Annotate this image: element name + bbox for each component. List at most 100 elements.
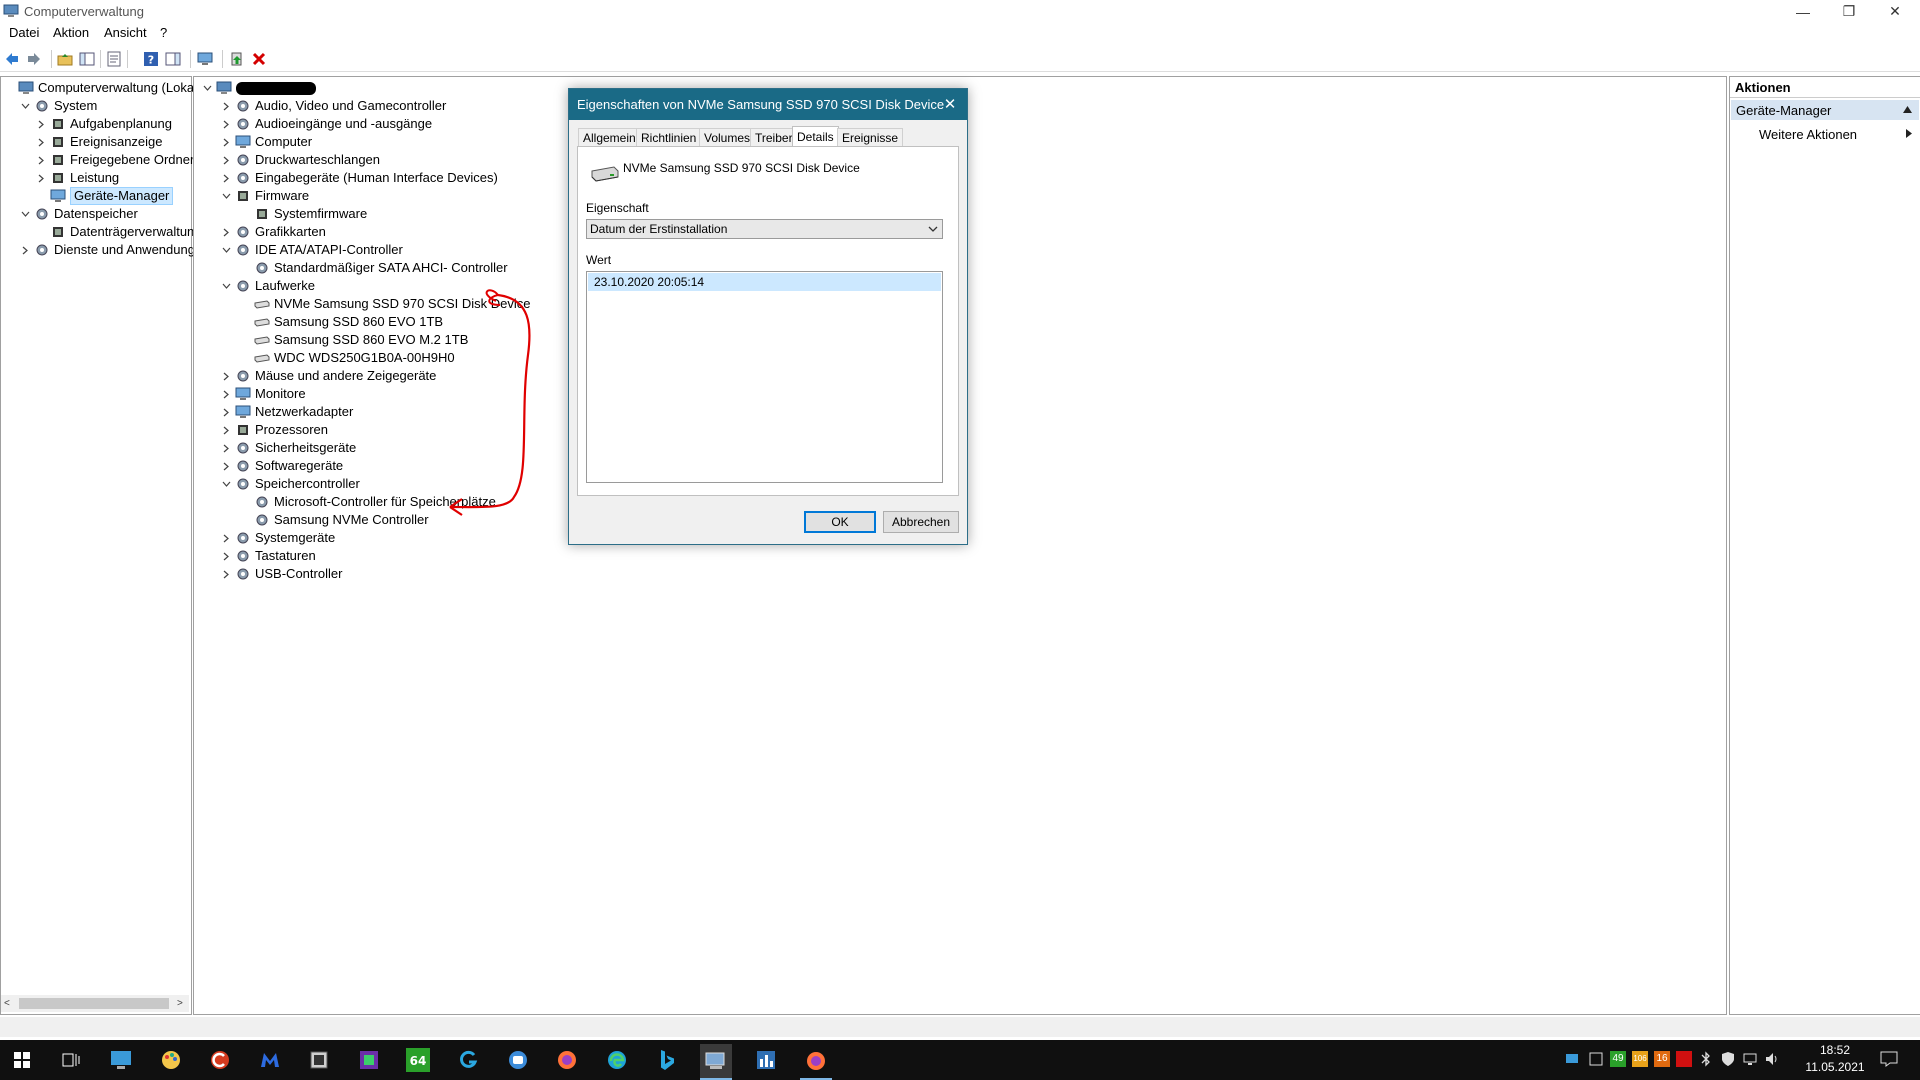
hwinfo-icon[interactable] [353, 1044, 385, 1076]
actions-section-header[interactable]: Geräte-Manager [1731, 100, 1919, 120]
minimize-button[interactable]: — [1780, 0, 1826, 23]
chevron-right-icon[interactable] [221, 565, 231, 583]
tree-item-gera-te-manager[interactable]: Geräte-Manager [1, 187, 191, 205]
scrollbar-thumb[interactable] [19, 998, 169, 1009]
messenger-app-icon[interactable] [502, 1044, 534, 1076]
tab-ereignisse[interactable]: Ereignisse [837, 128, 904, 147]
aida64-icon[interactable]: 64 [402, 1044, 434, 1076]
tray-network-icon[interactable] [1742, 1051, 1758, 1067]
chevron-right-icon[interactable] [221, 403, 231, 421]
tree-item-computerverwaltung-lokal[interactable]: Computerverwaltung (Lokal) [1, 79, 201, 97]
help-icon[interactable]: ? [142, 50, 160, 68]
chevron-right-icon[interactable] [36, 133, 46, 151]
chevron-right-icon[interactable] [20, 241, 30, 259]
chevron-right-icon[interactable] [221, 529, 231, 547]
chevron-down-icon[interactable] [221, 475, 231, 493]
edge-icon[interactable] [601, 1044, 633, 1076]
chevron-right-icon[interactable] [36, 169, 46, 187]
tray-network-adapter-icon[interactable] [1565, 1052, 1579, 1066]
properties-icon[interactable] [105, 50, 123, 68]
tray-shield-icon[interactable] [1720, 1051, 1736, 1067]
chevron-down-icon[interactable] [221, 277, 231, 295]
close-window-button[interactable]: ✕ [1872, 0, 1918, 23]
update-driver-icon[interactable] [228, 50, 246, 68]
tray-red-icon[interactable] [1676, 1051, 1692, 1067]
tab-details[interactable]: Details [792, 126, 839, 147]
chevron-right-icon[interactable] [221, 133, 231, 151]
chevron-right-icon[interactable] [221, 115, 231, 133]
chevron-right-icon[interactable] [221, 457, 231, 475]
monitor-icon[interactable] [196, 50, 214, 68]
chevron-right-icon[interactable] [221, 421, 231, 439]
paint-icon[interactable] [155, 1044, 187, 1076]
chevron-right-icon[interactable] [221, 169, 231, 187]
tray-bluetooth-icon[interactable] [1698, 1051, 1714, 1067]
tray-volume-icon[interactable] [1764, 1051, 1780, 1067]
computer-management-task-icon[interactable] [700, 1044, 732, 1080]
chevron-right-icon[interactable] [221, 151, 231, 169]
logitech-g-icon[interactable] [452, 1044, 484, 1076]
tab-treiber[interactable]: Treiber [750, 128, 798, 147]
value-list[interactable]: 23.10.2020 20:05:14 [586, 271, 943, 483]
restore-button[interactable]: ❐ [1826, 0, 1872, 23]
tree-item-tastaturen[interactable]: Tastaturen [194, 547, 1726, 565]
tree-item-datentra-gerverwaltung[interactable]: Datenträgerverwaltung [1, 223, 202, 241]
chevron-right-icon[interactable] [36, 151, 46, 169]
firefox-active-icon[interactable] [800, 1044, 832, 1080]
tray-badge-cpu[interactable]: 16 [1654, 1051, 1670, 1067]
tree-item-dienste-und-anwendungen[interactable]: Dienste und Anwendungen [1, 241, 209, 259]
tree-item-freigegebene-ordner[interactable]: Freigegebene Ordner [1, 151, 194, 169]
chevron-right-icon[interactable] [221, 385, 231, 403]
task-view-icon[interactable] [55, 1044, 87, 1076]
tree-item-aufgabenplanung[interactable]: Aufgabenplanung [1, 115, 191, 133]
tab-allgemein[interactable]: Allgemein [578, 128, 641, 147]
tree-item-leistung[interactable]: Leistung [1, 169, 191, 187]
chevron-down-icon[interactable] [202, 79, 212, 97]
start-icon[interactable] [6, 1044, 38, 1076]
uninstall-device-icon[interactable] [250, 50, 268, 68]
ccleaner-icon[interactable] [204, 1044, 236, 1076]
app-window-icon[interactable] [303, 1044, 335, 1076]
show-hide-tree-icon[interactable] [78, 50, 96, 68]
chevron-right-icon[interactable] [221, 97, 231, 115]
firefox-icon[interactable] [551, 1044, 583, 1076]
tree-item-system[interactable]: System [1, 97, 191, 115]
property-select[interactable]: Datum der Erstinstallation [586, 219, 943, 239]
back-icon[interactable] [3, 50, 21, 68]
tray-clock[interactable]: 18:52 11.05.2021 [1800, 1043, 1870, 1074]
up-folder-icon[interactable] [56, 50, 74, 68]
chevron-right-icon[interactable] [221, 223, 231, 241]
notification-center-icon[interactable] [1880, 1051, 1898, 1067]
tray-badge-load[interactable]: 106 [1632, 1051, 1648, 1067]
malwarebytes-icon[interactable] [254, 1044, 286, 1076]
menu-help[interactable]: ? [160, 25, 167, 40]
desktop-app-icon[interactable] [105, 1044, 137, 1076]
tree-item-datenspeicher[interactable]: Datenspeicher [1, 205, 191, 223]
task-manager-icon[interactable] [750, 1044, 782, 1076]
tray-window-icon[interactable] [1589, 1052, 1603, 1066]
tree-item-ereignisanzeige[interactable]: Ereignisanzeige [1, 133, 191, 151]
chevron-down-icon[interactable] [221, 187, 231, 205]
cancel-button[interactable]: Abbrechen [883, 511, 959, 533]
chevron-right-icon[interactable] [221, 367, 231, 385]
scroll-right-icon[interactable]: > [177, 998, 183, 1009]
show-hide-action-pane-icon[interactable] [164, 50, 182, 68]
menu-aktion[interactable]: Aktion [53, 25, 89, 40]
scroll-left-icon[interactable]: < [4, 998, 10, 1009]
bing-icon[interactable] [651, 1044, 683, 1076]
ok-button[interactable]: OK [804, 511, 876, 533]
tree-item-usb-controller[interactable]: USB-Controller [194, 565, 1726, 583]
dialog-close-icon[interactable]: ✕ [939, 93, 961, 115]
chevron-right-icon[interactable] [36, 115, 46, 133]
chevron-right-icon[interactable] [221, 547, 231, 565]
chevron-right-icon[interactable] [221, 439, 231, 457]
chevron-down-icon[interactable] [20, 205, 30, 223]
chevron-down-icon[interactable] [20, 97, 30, 115]
value-list-item[interactable]: 23.10.2020 20:05:14 [588, 273, 941, 291]
chevron-down-icon[interactable] [221, 241, 231, 259]
tab-richtlinien[interactable]: Richtlinien [636, 128, 702, 147]
menu-ansicht[interactable]: Ansicht [104, 25, 147, 40]
menu-datei[interactable]: Datei [9, 25, 39, 40]
tray-badge-temp[interactable]: 49 [1610, 1051, 1626, 1067]
more-actions-item[interactable]: Weitere Aktionen [1731, 124, 1919, 144]
